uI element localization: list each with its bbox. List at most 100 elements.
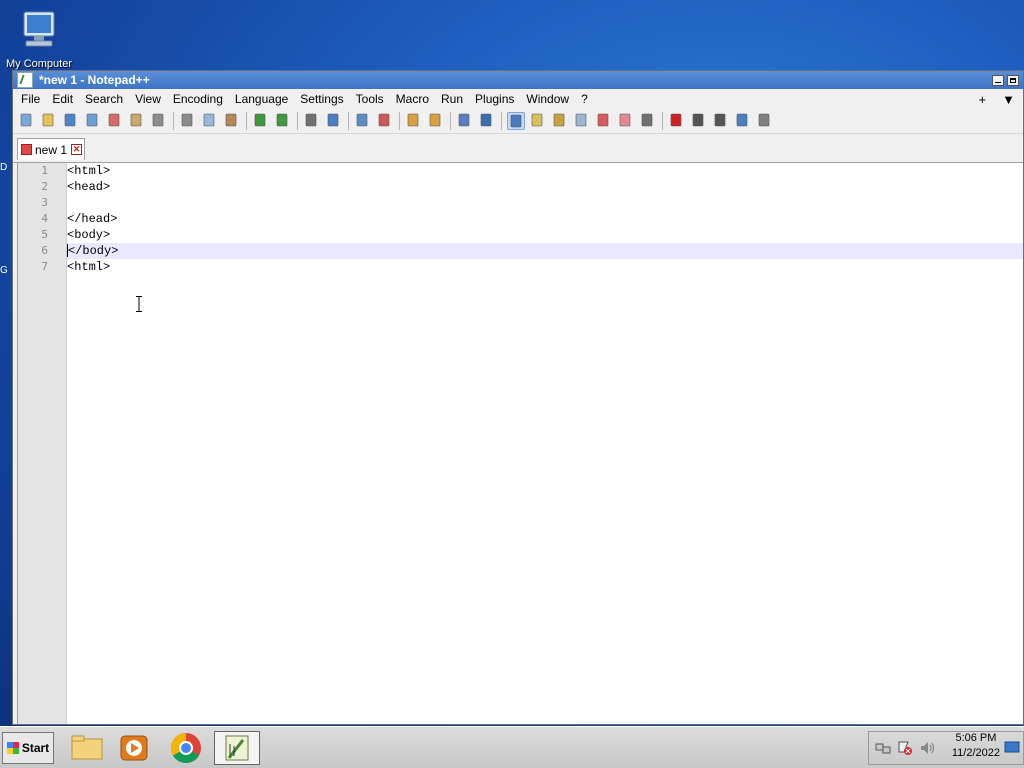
clock-time: 5:06 PM (955, 732, 997, 744)
windows-logo-icon (6, 742, 19, 754)
code-line[interactable]: <html> (67, 259, 1023, 275)
taskbar-clock[interactable]: 5:06 PM 11/2/2022 (952, 731, 1000, 761)
menu-plugins[interactable]: Plugins (469, 92, 520, 106)
code-line[interactable]: <body> (67, 227, 1023, 243)
show-desktop-icon[interactable] (1004, 739, 1020, 755)
menu-run[interactable]: Run (435, 92, 469, 106)
line-number: 3 (41, 196, 48, 209)
record-macro-icon[interactable] (668, 112, 686, 130)
undo-icon[interactable] (252, 112, 270, 130)
new-file-icon[interactable] (18, 112, 36, 130)
indent-guide-icon[interactable] (507, 112, 525, 130)
code-line[interactable]: </head> (67, 211, 1023, 227)
code-line-text: <html> (67, 164, 111, 178)
toolbar-separator (399, 112, 400, 130)
replace-icon[interactable] (325, 112, 343, 130)
cut-icon[interactable] (179, 112, 197, 130)
line-number-gutter: 1 2 3 4 5 6 7 (18, 163, 67, 724)
tab-bar: new 1 ✕ (13, 134, 1023, 163)
document-list-icon[interactable] (573, 112, 591, 130)
taskbar-media-player[interactable] (113, 731, 155, 765)
volume-icon[interactable] (919, 740, 935, 756)
menu-search[interactable]: Search (79, 92, 129, 106)
desktop-icon-label: My Computer (5, 58, 73, 70)
menu-tools[interactable]: Tools (350, 92, 390, 106)
menu-encoding[interactable]: Encoding (167, 92, 229, 106)
play-macro-icon[interactable] (712, 112, 730, 130)
document-map-icon[interactable] (551, 112, 569, 130)
minimize-button[interactable] (992, 74, 1004, 86)
code-line[interactable] (67, 195, 1023, 211)
run-macro-multiple-icon[interactable] (734, 112, 752, 130)
toolbar-separator (297, 112, 298, 130)
chrome-icon (170, 733, 201, 764)
menu-file[interactable]: File (15, 92, 46, 106)
code-text[interactable]: <html> <head> </head> <body> </body> <html> (67, 163, 1023, 275)
code-line[interactable]: </body> (67, 243, 1023, 259)
editor-area[interactable]: 1 2 3 4 5 6 7 <html> <head> </head> <body> </body>… (17, 163, 1023, 724)
toolbar (13, 109, 1023, 134)
open-file-icon[interactable] (40, 112, 58, 130)
toolbar-separator (662, 112, 663, 130)
monitoring-icon[interactable] (639, 112, 657, 130)
menu-edit[interactable]: Edit (46, 92, 79, 106)
line-number: 5 (41, 228, 48, 241)
ibeam-cursor-icon (136, 296, 142, 312)
action-center-icon[interactable] (897, 740, 913, 756)
line-number: 6 (41, 244, 48, 257)
title-bar[interactable]: *new 1 - Notepad++ (13, 71, 1023, 89)
menu-help[interactable]: ? (575, 92, 594, 106)
menu-settings[interactable]: Settings (294, 92, 349, 106)
tab-new-1[interactable]: new 1 ✕ (17, 138, 85, 160)
line-number: 7 (41, 260, 48, 273)
save-icon[interactable] (62, 112, 80, 130)
stop-recording-icon[interactable] (690, 112, 708, 130)
toolbar-separator (173, 112, 174, 130)
add-tab-button[interactable]: + (971, 92, 995, 107)
code-line-text: </head> (67, 212, 118, 226)
code-line[interactable]: <head> (67, 179, 1023, 195)
zoom-out-icon[interactable] (376, 112, 394, 130)
desktop-edge-glyph: D (0, 162, 8, 173)
line-number: 4 (41, 212, 48, 225)
zoom-in-icon[interactable] (354, 112, 372, 130)
computer-icon (16, 8, 62, 54)
start-label: Start (21, 741, 50, 755)
close-icon[interactable] (106, 112, 124, 130)
desktop-edge-glyph: G (0, 265, 8, 276)
tab-list-button[interactable]: ▼ (994, 92, 1023, 107)
system-tray (868, 731, 1024, 765)
code-line-text: <html> (67, 260, 111, 274)
function-list-icon[interactable] (595, 112, 613, 130)
save-macro-icon[interactable] (756, 112, 774, 130)
menu-window[interactable]: Window (520, 92, 575, 106)
copy-icon[interactable] (201, 112, 219, 130)
menu-macro[interactable]: Macro (390, 92, 435, 106)
folder-as-workspace-icon[interactable] (617, 112, 635, 130)
show-all-characters-icon[interactable] (478, 112, 496, 130)
code-line-text: <head> (67, 180, 111, 194)
maximize-button[interactable] (1007, 74, 1019, 86)
print-icon[interactable] (150, 112, 168, 130)
sync-vertical-icon[interactable] (405, 112, 423, 130)
word-wrap-icon[interactable] (456, 112, 474, 130)
taskbar: Start 5:06 PM 11/2/2022 (0, 726, 1024, 768)
redo-icon[interactable] (274, 112, 292, 130)
close-all-icon[interactable] (128, 112, 146, 130)
close-tab-icon[interactable]: ✕ (71, 144, 83, 155)
menu-language[interactable]: Language (229, 92, 294, 106)
find-icon[interactable] (303, 112, 321, 130)
taskbar-file-explorer[interactable] (66, 731, 108, 765)
sync-horizontal-icon[interactable] (427, 112, 445, 130)
network-icon[interactable] (875, 740, 891, 756)
save-all-icon[interactable] (84, 112, 102, 130)
media-player-icon (120, 735, 148, 761)
desktop-icon-my-computer[interactable]: My Computer (4, 8, 74, 70)
start-button[interactable]: Start (2, 732, 54, 764)
taskbar-notepadplusplus[interactable] (214, 731, 260, 765)
menu-view[interactable]: View (129, 92, 167, 106)
code-line[interactable]: <html> (67, 163, 1023, 179)
taskbar-chrome[interactable] (165, 731, 207, 765)
user-defined-language-icon[interactable] (529, 112, 547, 130)
paste-icon[interactable] (223, 112, 241, 130)
